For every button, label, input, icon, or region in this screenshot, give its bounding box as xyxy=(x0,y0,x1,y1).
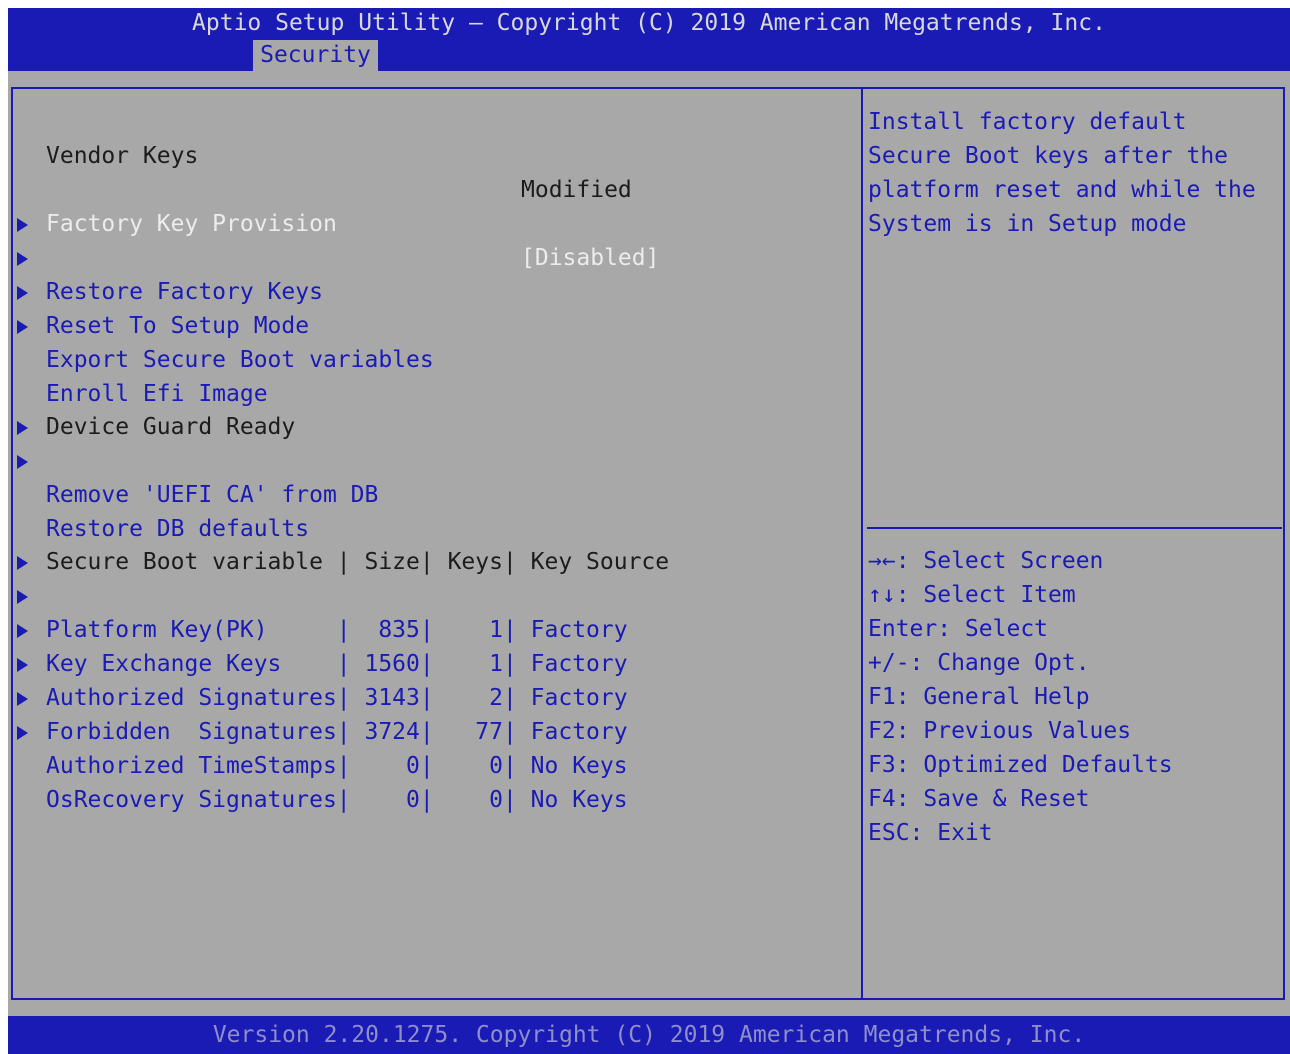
submenu-arrow-icon xyxy=(17,692,28,706)
key-hint: →←: Select Screen xyxy=(868,548,1104,574)
menu-item-reset-to-setup-mode[interactable]: Reset To Setup Mode xyxy=(13,241,309,339)
tab-security[interactable]: Security xyxy=(253,40,378,71)
factory-key-provision-value[interactable]: [Disabled] xyxy=(521,241,659,275)
key-hint: F4: Save & Reset xyxy=(868,786,1090,812)
menu-item-label[interactable]: Export Secure Boot variables xyxy=(46,343,434,377)
menu-item-restore-db-defaults[interactable]: Restore DB defaults xyxy=(13,444,309,542)
table-header-text: Secure Boot variable | Size| Keys| Key S… xyxy=(46,549,670,575)
table-row-text[interactable]: Authorized TimeStamps| 0| 0| No Keys xyxy=(46,749,628,783)
panel-divider xyxy=(861,89,863,998)
key-hint: ↑↓: Select Item xyxy=(868,582,1076,608)
table-row-text[interactable]: Forbidden Signatures| 3724| 77| Factory xyxy=(46,715,628,749)
table-row[interactable]: Platform Key(PK) | 835| 1| Factory xyxy=(13,545,628,643)
secure-boot-table-header: Secure Boot variable | Size| Keys| Key S… xyxy=(13,511,669,575)
utility-title: Aptio Setup Utility – Copyright (C) 2019… xyxy=(192,10,1106,36)
table-row[interactable]: OsRecovery Signatures| 0| 0| No Keys xyxy=(13,715,628,813)
key-hint: Enter: Select xyxy=(868,616,1049,642)
submenu-arrow-icon xyxy=(17,726,28,740)
menu-item-export-secure-boot-variables[interactable]: Export Secure Boot variables xyxy=(13,275,434,373)
vendor-keys-value: Modified xyxy=(521,177,632,203)
version-text: Version 2.20.1275. Copyright (C) 2019 Am… xyxy=(212,1022,1086,1048)
submenu-arrow-icon xyxy=(17,252,28,266)
key-legend: →←: Select Screen ↑↓: Select Item Enter:… xyxy=(868,544,1173,850)
table-row[interactable]: Authorized TimeStamps| 0| 0| No Keys xyxy=(13,681,628,779)
table-row-text[interactable]: Platform Key(PK) | 835| 1| Factory xyxy=(46,613,628,647)
table-row-text[interactable]: Key Exchange Keys | 1560| 1| Factory xyxy=(46,647,628,681)
key-hint: F2: Previous Values xyxy=(868,718,1132,744)
key-hint: F1: General Help xyxy=(868,684,1090,710)
submenu-arrow-icon xyxy=(17,286,28,300)
key-hint: F3: Optimized Defaults xyxy=(868,752,1173,778)
table-row[interactable]: Forbidden Signatures| 3724| 77| Factory xyxy=(13,647,628,745)
vendor-keys-label: Vendor Keys xyxy=(46,143,199,169)
help-text: Install factory default Secure Boot keys… xyxy=(868,109,1270,237)
key-hint: ESC: Exit xyxy=(868,820,993,846)
table-row-text[interactable]: OsRecovery Signatures| 0| 0| No Keys xyxy=(46,783,628,817)
submenu-arrow-icon xyxy=(17,556,28,570)
menu-item-restore-factory-keys[interactable]: Restore Factory Keys xyxy=(13,207,323,305)
submenu-arrow-icon xyxy=(17,590,28,604)
table-row[interactable]: Key Exchange Keys | 1560| 1| Factory xyxy=(13,579,628,677)
submenu-arrow-icon xyxy=(17,455,28,469)
main-panel: Vendor Keys Modified Factory Key Provisi… xyxy=(11,87,1285,1000)
factory-key-provision-row[interactable]: Factory Key Provision [Disabled] xyxy=(13,173,659,271)
menu-item-enroll-efi-image[interactable]: Enroll Efi Image xyxy=(13,309,268,407)
table-row-text[interactable]: Authorized Signatures| 3143| 2| Factory xyxy=(46,681,628,715)
device-guard-ready-heading: Device Guard Ready xyxy=(13,376,295,440)
submenu-arrow-icon xyxy=(17,320,28,334)
vendor-keys-row: Vendor Keys Modified xyxy=(13,105,632,203)
footer-bar: Version 2.20.1275. Copyright (C) 2019 Am… xyxy=(8,1016,1290,1054)
table-row[interactable]: Authorized Signatures| 3143| 2| Factory xyxy=(13,613,628,711)
menu-item-remove-uefi-ca[interactable]: Remove 'UEFI CA' from DB xyxy=(13,410,378,508)
submenu-arrow-icon xyxy=(17,658,28,672)
help-divider xyxy=(867,527,1282,529)
submenu-arrow-icon xyxy=(17,421,28,435)
title-bar: Aptio Setup Utility – Copyright (C) 2019… xyxy=(8,8,1290,71)
submenu-arrow-icon xyxy=(17,218,28,232)
bios-screen: Aptio Setup Utility – Copyright (C) 2019… xyxy=(8,8,1290,1054)
key-hint: +/-: Change Opt. xyxy=(868,650,1090,676)
submenu-arrow-icon xyxy=(17,624,28,638)
